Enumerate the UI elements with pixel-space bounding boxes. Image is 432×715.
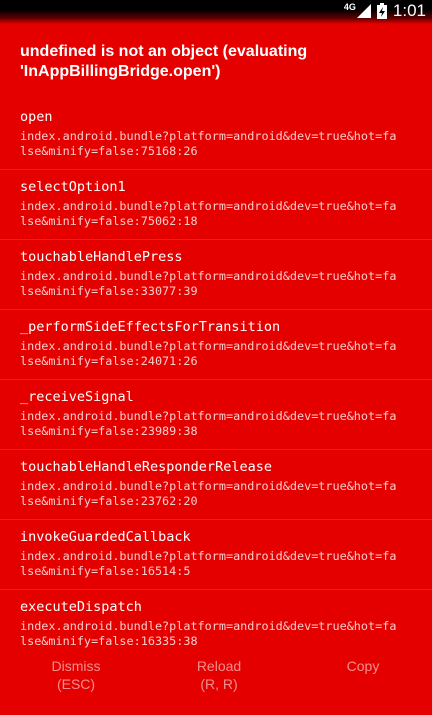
stack-frame[interactable]: touchableHandlePress index.android.bundl… bbox=[0, 240, 432, 310]
frame-location-line: lse&minify=false:75062:18 bbox=[20, 214, 198, 228]
frame-location-line: index.android.bundle?platform=android&de… bbox=[20, 269, 397, 283]
frame-location-line: lse&minify=false:33077:39 bbox=[20, 284, 198, 298]
frame-location-line: index.android.bundle?platform=android&de… bbox=[20, 409, 397, 423]
frame-location-line: lse&minify=false:24071:26 bbox=[20, 354, 198, 368]
battery-charging-icon bbox=[376, 3, 387, 19]
dismiss-label: Dismiss bbox=[51, 658, 101, 674]
cellular-signal-icon bbox=[356, 4, 371, 18]
frame-location-line: index.android.bundle?platform=android&de… bbox=[20, 129, 397, 143]
stack-frame[interactable]: selectOption1 index.android.bundle?platf… bbox=[0, 170, 432, 240]
dismiss-shortcut: (ESC) bbox=[56, 676, 96, 692]
frame-location: index.android.bundle?platform=android&de… bbox=[20, 269, 420, 299]
copy-label: Copy bbox=[346, 658, 380, 674]
frame-location-line: index.android.bundle?platform=android&de… bbox=[20, 549, 397, 563]
frame-location: index.android.bundle?platform=android&de… bbox=[20, 199, 420, 229]
stack-frame[interactable]: touchableHandleResponderRelease index.an… bbox=[0, 450, 432, 520]
reload-button[interactable]: Reload (R, R) bbox=[147, 657, 291, 693]
frame-function-name: invokeGuardedCallback bbox=[20, 529, 191, 545]
frame-function-name: open bbox=[20, 109, 53, 125]
status-bar: 4G 1:01 bbox=[0, 0, 432, 24]
frame-location: index.android.bundle?platform=android&de… bbox=[20, 479, 420, 509]
frame-location-line: lse&minify=false:23989:38 bbox=[20, 424, 198, 438]
frame-function-name: selectOption1 bbox=[20, 179, 126, 195]
status-icons: 4G 1:01 bbox=[344, 0, 432, 22]
frame-function-name: touchableHandlePress bbox=[20, 249, 183, 265]
reload-shortcut: (R, R) bbox=[200, 676, 238, 692]
copy-button[interactable]: Copy bbox=[291, 657, 432, 675]
frame-function-name: executeDispatch bbox=[20, 599, 142, 615]
frame-location: index.android.bundle?platform=android&de… bbox=[20, 409, 420, 439]
frame-location: index.android.bundle?platform=android&de… bbox=[20, 129, 420, 159]
frame-location: index.android.bundle?platform=android&de… bbox=[20, 619, 420, 649]
frame-location-line: lse&minify=false:23762:20 bbox=[20, 494, 198, 508]
stack-frame[interactable]: open index.android.bundle?platform=andro… bbox=[0, 100, 432, 170]
frame-location-line: index.android.bundle?platform=android&de… bbox=[20, 619, 397, 633]
frame-function-name: _receiveSignal bbox=[20, 389, 134, 405]
stack-frame[interactable]: invokeGuardedCallback index.android.bund… bbox=[0, 520, 432, 590]
status-clock: 1:01 bbox=[392, 1, 426, 20]
network-type-label: 4G bbox=[343, 2, 356, 12]
frame-location-line: index.android.bundle?platform=android&de… bbox=[20, 479, 397, 493]
frame-location-line: index.android.bundle?platform=android&de… bbox=[20, 339, 397, 353]
reload-label: Reload bbox=[196, 658, 242, 674]
frame-function-name: _performSideEffectsForTransition bbox=[20, 319, 281, 335]
frame-location-line: lse&minify=false:16514:5 bbox=[20, 564, 191, 578]
stack-frame[interactable]: _performSideEffectsForTransition index.a… bbox=[0, 310, 432, 380]
frame-location-line: lse&minify=false:16335:38 bbox=[20, 634, 198, 648]
stack-frame[interactable]: _receiveSignal index.android.bundle?plat… bbox=[0, 380, 432, 450]
frame-location-line: index.android.bundle?platform=android&de… bbox=[20, 199, 397, 213]
error-title: undefined is not an object (evaluating '… bbox=[20, 43, 308, 80]
frame-location: index.android.bundle?platform=android&de… bbox=[20, 549, 420, 579]
frame-location: index.android.bundle?platform=android&de… bbox=[20, 339, 420, 369]
frame-location-line: lse&minify=false:75168:26 bbox=[20, 144, 198, 158]
frame-function-name: touchableHandleResponderRelease bbox=[20, 459, 272, 475]
stack-trace-list: open index.android.bundle?platform=andro… bbox=[0, 100, 432, 659]
stack-frame[interactable]: executeDispatch index.android.bundle?pla… bbox=[0, 590, 432, 659]
redbox-footer: Dismiss (ESC) Reload (R, R) Copy bbox=[0, 652, 432, 715]
dismiss-button[interactable]: Dismiss (ESC) bbox=[4, 657, 148, 693]
